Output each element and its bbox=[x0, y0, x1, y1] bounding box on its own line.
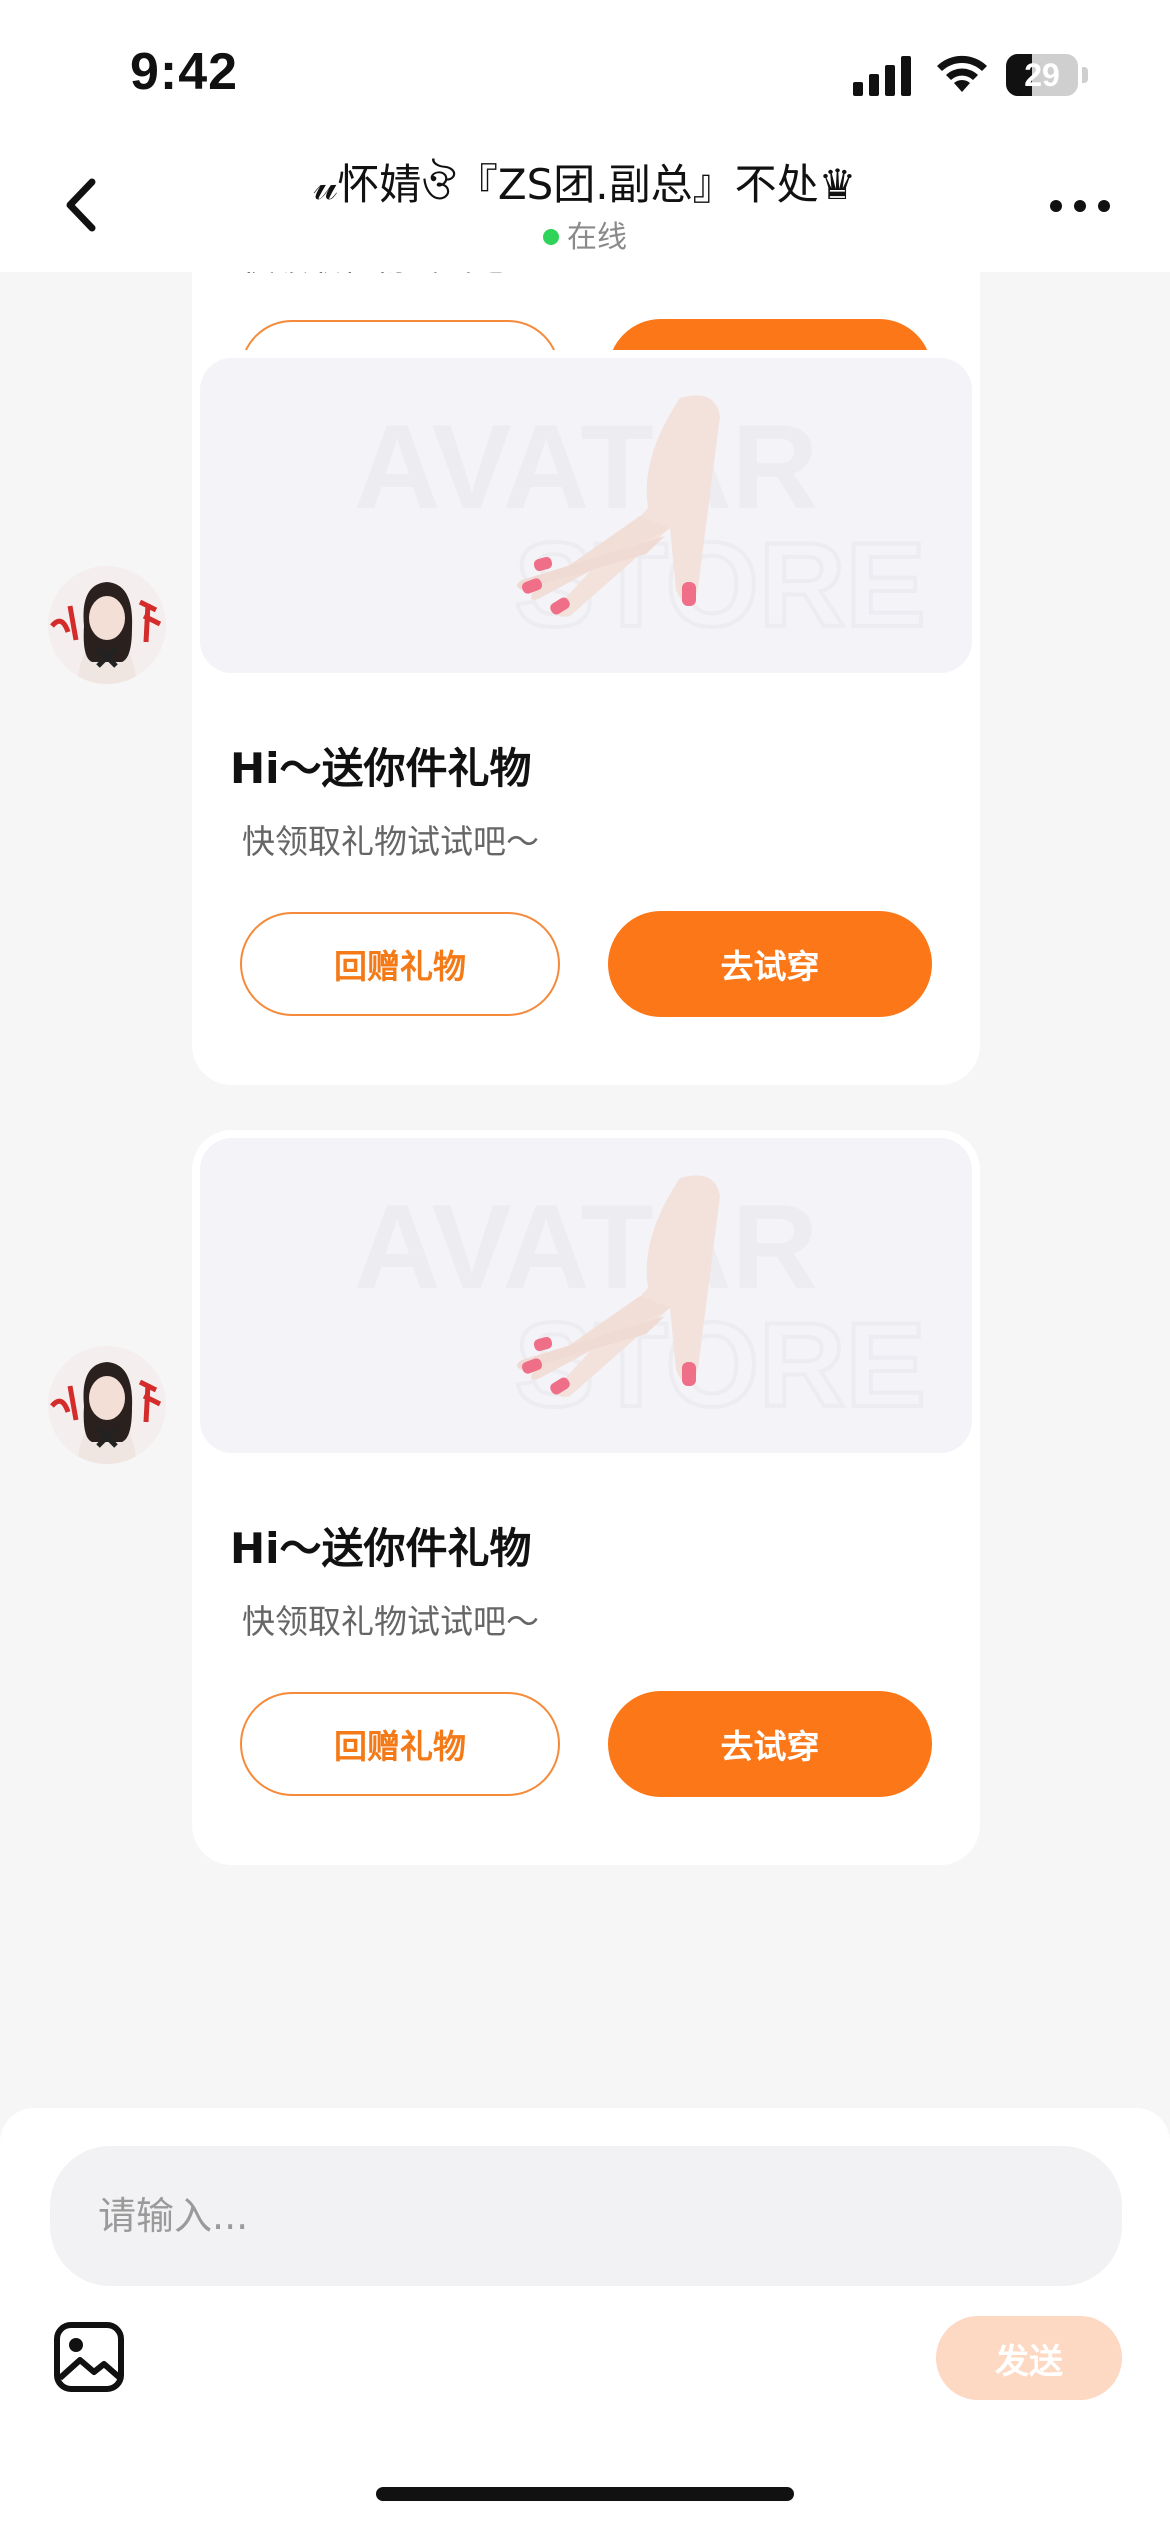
send-button[interactable]: 发送 bbox=[936, 2316, 1122, 2400]
wifi-icon bbox=[937, 55, 987, 92]
ellipsis-icon[interactable] bbox=[1040, 190, 1120, 220]
contact-name: 𝓊怀婧ঔ『ZS团.副总』不处♛ bbox=[313, 160, 857, 209]
battery-icon: 29 bbox=[1006, 54, 1090, 98]
gift-card: AVATAR STORE Hi～送你件礼物 快领取礼物试试吧～ 回赠礼物 去试穿 bbox=[192, 1130, 980, 1865]
avatar[interactable] bbox=[48, 1346, 166, 1464]
gift-title: Hi～送你件礼物 bbox=[230, 744, 532, 793]
gift-title: Hi～送你件礼物 bbox=[230, 1524, 532, 1573]
image-watermark-line-1: AVATAR bbox=[354, 400, 818, 534]
gift-hand-image: AVATAR STORE bbox=[354, 1175, 928, 1434]
battery-level: 29 bbox=[1024, 57, 1060, 93]
status-bar: 9:42 29 bbox=[0, 0, 1170, 150]
avatar[interactable] bbox=[48, 566, 166, 684]
gift-image[interactable]: AVATAR STORE bbox=[200, 358, 972, 673]
avatar-image bbox=[48, 566, 166, 684]
try-on-button[interactable]: 去试穿 bbox=[608, 911, 932, 1017]
message-list[interactable]: 快领取礼物试试吧～ 回赠礼物 去试穿 AVATAR STORE bbox=[0, 272, 1170, 2110]
image-watermark-line-2: STORE bbox=[514, 1298, 925, 1432]
return-gift-button[interactable]: 回赠礼物 bbox=[240, 1692, 560, 1796]
image-watermark-line-1: AVATAR bbox=[354, 1180, 818, 1314]
image-watermark-line-2: STORE bbox=[514, 518, 925, 652]
gift-image[interactable]: AVATAR STORE bbox=[200, 1138, 972, 1453]
gift-subtitle: 快领取礼物试试吧～ bbox=[242, 1602, 539, 1641]
presence-label: 在线 bbox=[567, 220, 627, 255]
avatar-image bbox=[48, 1346, 166, 1464]
chat-header: 𝓊怀婧ঔ『ZS团.副总』不处♛ 在线 bbox=[0, 150, 1170, 272]
presence-status: 在线 bbox=[0, 216, 1170, 260]
gift-subtitle: 快领取礼物试试吧～ bbox=[242, 272, 539, 280]
message-composer: 发送 bbox=[0, 2108, 1170, 2532]
gift-card: AVATAR STORE Hi～送你件礼物 快领取礼物试试吧～ 回赠礼物 去试穿 bbox=[192, 350, 980, 1085]
try-on-button[interactable]: 去试穿 bbox=[608, 1691, 932, 1797]
online-dot-icon bbox=[543, 229, 559, 245]
status-time: 9:42 bbox=[130, 43, 239, 101]
cellular-signal-icon bbox=[853, 56, 911, 96]
gift-hand-image: AVATAR STORE bbox=[354, 395, 928, 654]
image-icon[interactable] bbox=[52, 2320, 126, 2394]
gift-subtitle: 快领取礼物试试吧～ bbox=[242, 822, 539, 861]
message-input[interactable] bbox=[50, 2146, 1122, 2286]
home-indicator bbox=[376, 2487, 794, 2501]
return-gift-button[interactable]: 回赠礼物 bbox=[240, 912, 560, 1016]
